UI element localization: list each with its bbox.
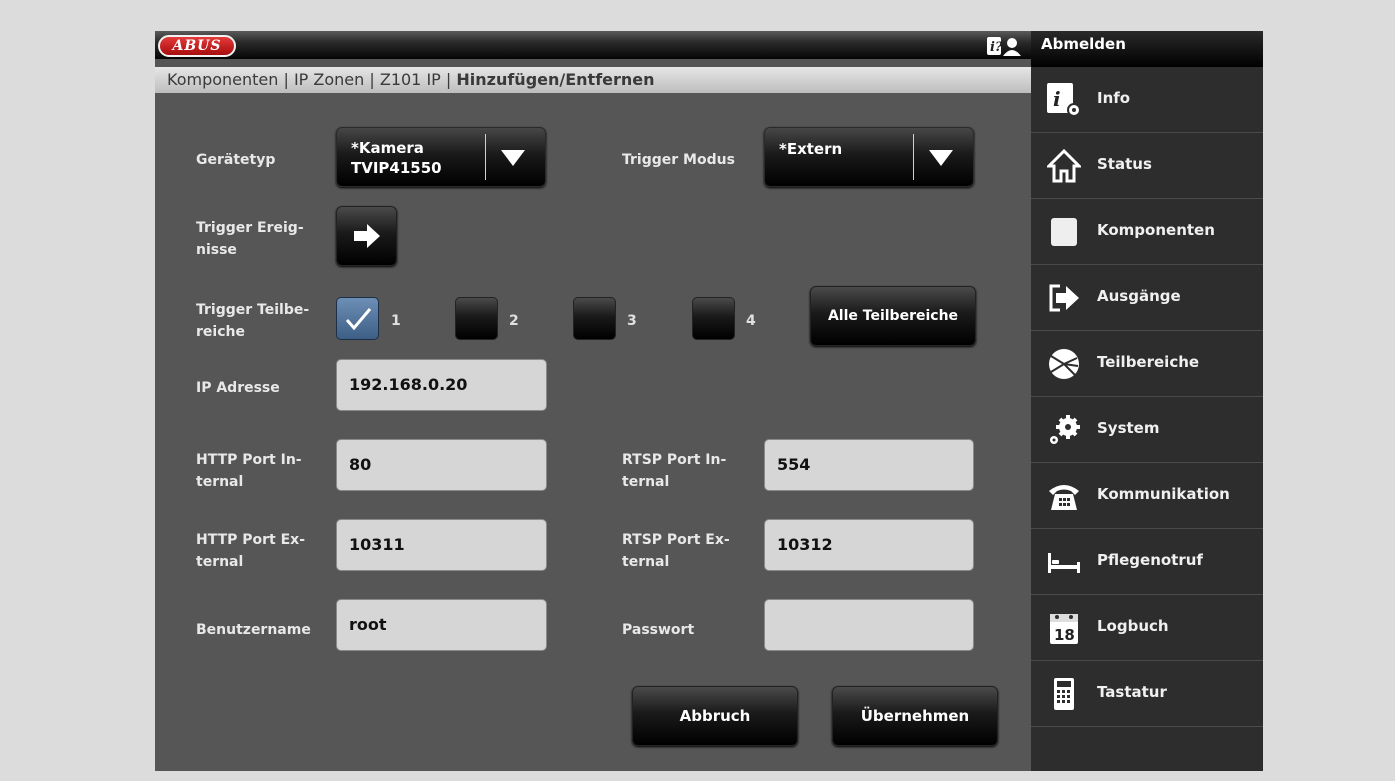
partition-4-checkbox[interactable] [692,297,735,340]
http-port-external-input[interactable]: 10311 [336,519,547,571]
dropdown-separator [485,134,486,180]
trigger-ereignisse-label: Trigger Ereig- nisse [196,217,304,261]
svg-text:18: 18 [1054,626,1075,644]
geraetetyp-line2: TVIP41550 [351,159,442,177]
trigger-ereignisse-button[interactable] [336,206,397,266]
rtsp-int-label: RTSP Port In- ternal [622,449,726,493]
home-icon [1047,149,1081,183]
label-line: ternal [196,554,244,570]
partition-1-label: 1 [391,313,401,329]
sidebar-item-teilbereiche[interactable]: Teilbereiche [1031,331,1263,397]
gear-icon [1050,415,1080,444]
sidebar-item-label: Teilbereiche [1097,353,1200,371]
pass-label: Passwort [622,622,695,638]
geraetetyp-label: Gerätetyp [196,152,276,168]
trigger-modus-dropdown[interactable]: *Extern [764,127,974,187]
logout-button[interactable]: Abmelden [1031,31,1263,67]
arrow-right-icon [354,224,380,248]
pie-icon [1049,349,1079,379]
form-panel: Gerätetyp *Kamera TVIP41550 Trigger Modu… [155,93,1031,771]
sidebar-item-tastatur[interactable]: Tastatur [1031,661,1263,727]
geraetetyp-line1: *Kamera [351,139,424,157]
breadcrumb-current: Hinzufügen/Entfernen [456,70,655,89]
label-line: ternal [196,474,244,490]
label-line: nisse [196,242,237,258]
sidebar-item-label: Tastatur [1097,683,1167,701]
chevron-down-icon [501,150,525,166]
password-input[interactable] [764,599,974,651]
sidebar-item-komponenten[interactable]: Komponenten [1031,199,1263,265]
calendar-icon: 18 [1050,614,1078,644]
sidebar-item-logbuch[interactable]: 18 Logbuch [1031,595,1263,661]
sidebar-item-pflegenotruf[interactable]: Pflegenotruf [1031,529,1263,595]
svg-text:i?: i? [990,40,1003,55]
app-window: ABUS i? Komponenten | IP Zonen | Z101 IP… [155,31,1263,771]
trigger-modus-label: Trigger Modus [622,152,735,168]
chevron-down-icon [929,150,953,166]
ip-label: IP Adresse [196,380,280,396]
checkmark-icon [345,308,372,331]
rtsp-port-internal-input[interactable]: 554 [764,439,974,491]
ip-address-input[interactable]: 192.168.0.20 [336,359,547,411]
apply-button[interactable]: Übernehmen [832,686,998,746]
sidebar-item-status[interactable]: Status [1031,133,1263,199]
abus-logo: ABUS [158,35,236,57]
help-user-icon[interactable]: i? [987,36,1021,56]
http-ext-label: HTTP Port Ex- ternal [196,529,305,573]
sidebar-item-info[interactable]: i Info [1031,67,1263,133]
partition-1-checkbox[interactable] [336,297,379,340]
label-line: HTTP Port Ex- [196,532,306,548]
partition-3-checkbox[interactable] [573,297,616,340]
label-line: HTTP Port In- [196,452,302,468]
trigger-teilbereiche-label: Trigger Teilbe- reiche [196,299,309,343]
sidebar-item-label: Status [1097,155,1152,173]
cancel-button[interactable]: Abbruch [632,686,798,746]
breadcrumb-path[interactable]: Komponenten | IP Zonen | Z101 IP | [167,70,456,89]
partition-2-checkbox[interactable] [455,297,498,340]
sidebar: Abmelden i Info Status Komponenten Ausgä… [1031,31,1263,771]
exit-icon [1049,284,1079,312]
trigger-modus-value: *Extern [779,140,843,158]
sidebar-item-label: Logbuch [1097,617,1169,635]
breadcrumb: Komponenten | IP Zonen | Z101 IP | Hinzu… [155,67,1031,93]
sidebar-item-label: Pflegenotruf [1097,551,1203,569]
top-bar: ABUS i? [155,31,1031,59]
label-line: ternal [622,554,670,570]
http-int-label: HTTP Port In- ternal [196,449,302,493]
sidebar-item-label: Komponenten [1097,221,1215,239]
sidebar-item-system[interactable]: System [1031,397,1263,463]
sidebar-item-label: Ausgänge [1097,287,1181,305]
http-port-internal-input[interactable]: 80 [336,439,547,491]
bed-icon [1048,553,1080,573]
user-label: Benutzername [196,622,311,638]
phone-icon [1049,485,1079,510]
rtsp-port-external-input[interactable]: 10312 [764,519,974,571]
sidebar-item-label: System [1097,419,1160,437]
partition-4-label: 4 [746,313,756,329]
alle-teilbereiche-button[interactable]: Alle Teilbereiche [810,286,976,346]
sidebar-item-kommunikation[interactable]: Kommunikation [1031,463,1263,529]
info-icon: i [1047,83,1081,117]
sidebar-item-ausgaenge[interactable]: Ausgänge [1031,265,1263,331]
square-icon [1051,218,1077,246]
sidebar-item-label: Kommunikation [1097,485,1230,503]
label-line: Trigger Ereig- [196,220,304,236]
label-line: reiche [196,324,245,340]
label-line: RTSP Port Ex- [622,532,730,548]
label-line: Trigger Teilbe- [196,302,310,318]
partition-2-label: 2 [509,313,519,329]
rtsp-ext-label: RTSP Port Ex- ternal [622,529,730,573]
username-input[interactable]: root [336,599,547,651]
dropdown-separator [913,134,914,180]
geraetetyp-dropdown[interactable]: *Kamera TVIP41550 [336,127,546,187]
label-line: RTSP Port In- [622,452,727,468]
sidebar-item-label: Info [1097,89,1131,107]
label-line: ternal [622,474,670,490]
svg-text:i: i [1053,87,1061,111]
keypad-icon [1054,678,1074,710]
partition-3-label: 3 [627,313,637,329]
